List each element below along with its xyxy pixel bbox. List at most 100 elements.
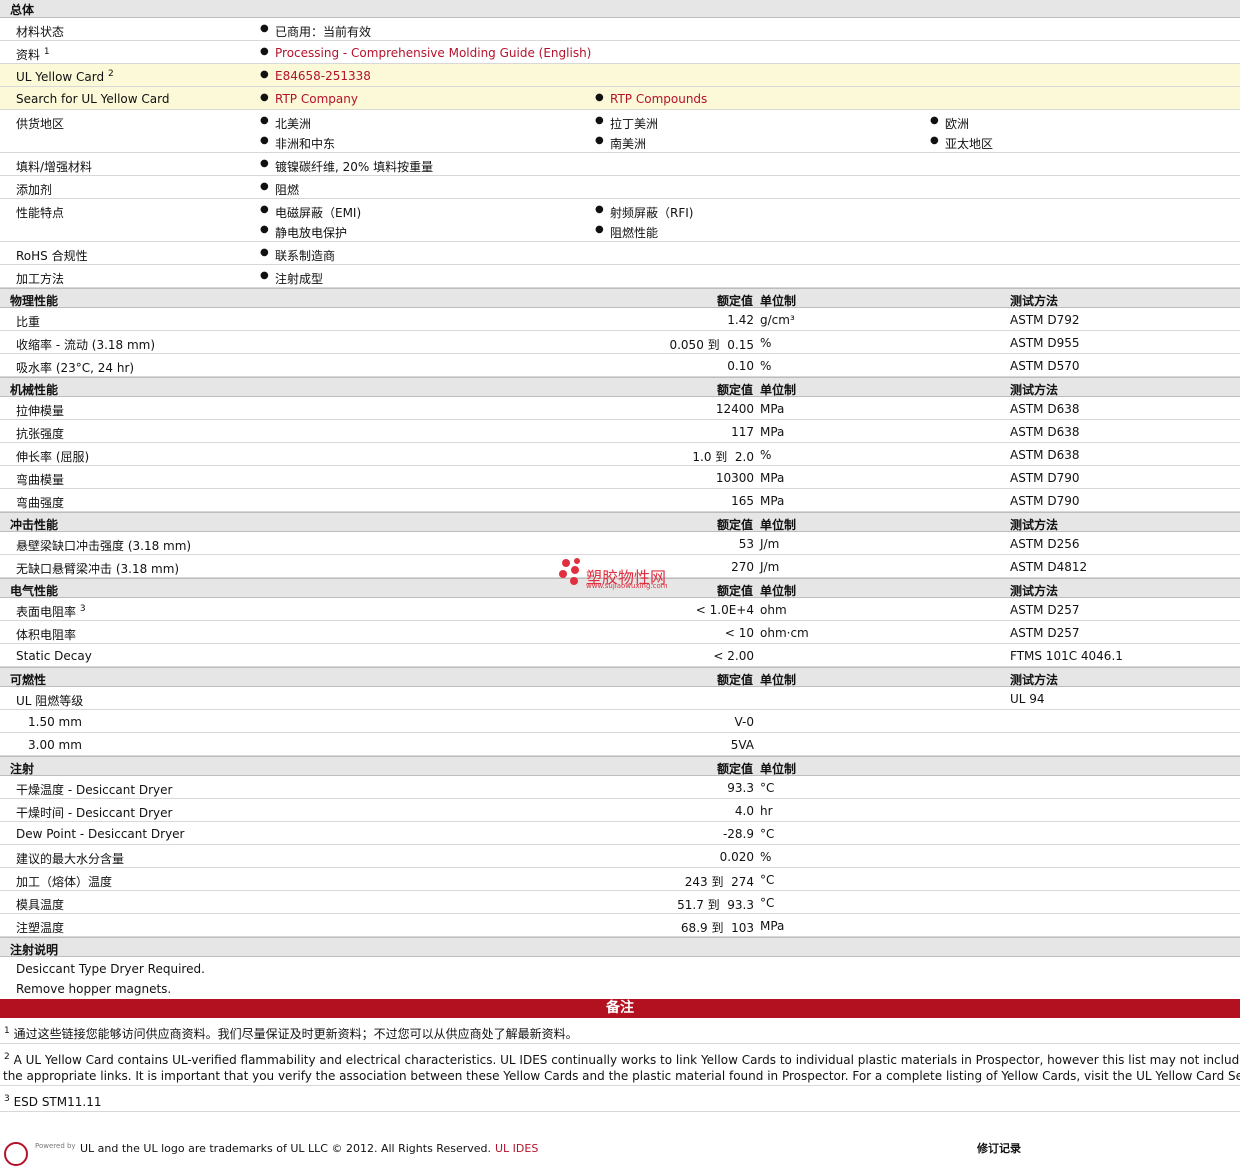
section-title: 总体 — [10, 3, 35, 17]
note-line: Remove hopper magnets. — [16, 982, 172, 996]
footnote-text: 通过这些链接您能够访问供应商资料。我们尽量保证及时更新资料；不过您可以从供应商处… — [13, 1027, 578, 1041]
row-value: < 2.00 — [713, 649, 754, 663]
row-value: -28.9 — [722, 827, 754, 841]
row-value: 0.020 — [719, 850, 754, 864]
row-unit: MPa — [760, 425, 785, 439]
section-header-flammability: 可燃性 额定值 单位制 测试方法 — [0, 667, 1240, 687]
row-value: 12400 — [715, 402, 754, 416]
table-row: UL 阻燃等级 UL 94 — [0, 687, 1240, 710]
rtp-company-link[interactable]: RTP Company — [260, 92, 358, 106]
table-row: 模具温度 51.7 到 93.3 °C — [0, 891, 1240, 914]
row-processing: 加工方法 注射成型 — [0, 265, 1240, 288]
footnote-number: 3 — [4, 1094, 10, 1104]
section-title: 可燃性 — [10, 673, 47, 687]
row-method: ASTM D638 — [1010, 448, 1080, 462]
row-unit: % — [760, 448, 772, 462]
row-value: 4.0 — [734, 804, 754, 818]
footnote-1: 1 通过这些链接您能够访问供应商资料。我们尽量保证及时更新资料；不过您可以从供应… — [0, 1018, 1240, 1044]
row-label: 资料 1 — [16, 47, 50, 62]
section-title: 冲击性能 — [10, 518, 59, 532]
row-method: ASTM D570 — [1010, 359, 1080, 373]
row-value: 注射成型 — [260, 270, 323, 287]
col-header-unit: 单位制 — [760, 673, 797, 687]
row-value: V-0 — [734, 715, 754, 729]
table-row: 建议的最大水分含量 0.020 % — [0, 845, 1240, 868]
section-header-injection-notes: 注射说明 — [0, 937, 1240, 957]
footnote-text: the appropriate links. It is important t… — [3, 1069, 1240, 1083]
watermark: 塑胶物性网 www.sujiaowuxing.com — [556, 556, 696, 594]
col-header-nominal: 额定值 — [716, 294, 753, 308]
row-unit: °C — [760, 873, 775, 887]
table-row: 拉伸模量 12400 MPa ASTM D638 — [0, 397, 1240, 420]
list-item: 南美洲 — [595, 135, 646, 152]
row-method: UL 94 — [1010, 692, 1045, 706]
row-label: 弯曲强度 — [16, 496, 65, 510]
row-unit: hr — [760, 804, 773, 818]
row-unit: °C — [760, 827, 775, 841]
list-item: 阻燃性能 — [595, 224, 658, 241]
row-label: 供货地区 — [16, 117, 65, 131]
row-unit: MPa — [760, 402, 785, 416]
row-label: 加工方法 — [16, 272, 65, 286]
injection-notes-text: Desiccant Type Dryer Required. Remove ho… — [0, 957, 1240, 999]
row-unit: J/m — [760, 537, 780, 551]
section-header-injection: 注射 额定值 单位制 — [0, 756, 1240, 776]
row-value: 270 — [731, 560, 754, 574]
row-label: 伸长率 (屈服) — [16, 450, 90, 464]
ul-logo-icon — [4, 1142, 28, 1166]
col-header-unit: 单位制 — [760, 383, 797, 397]
row-features: 性能特点 电磁屏蔽（EMI) 射频屏蔽（RFI) 静电放电保护 阻燃性能 — [0, 199, 1240, 242]
row-value: 165 — [731, 494, 754, 508]
table-row: Static Decay < 2.00 FTMS 101C 4046.1 — [0, 644, 1240, 667]
row-label: 体积电阻率 — [16, 628, 77, 642]
list-item: 非洲和中东 — [260, 135, 335, 152]
section-header-impact: 冲击性能 额定值 单位制 测试方法 — [0, 512, 1240, 532]
col-header-method: 测试方法 — [1010, 584, 1059, 598]
col-header-method: 测试方法 — [1010, 518, 1059, 532]
footnote-text: A UL Yellow Card contains UL-verified fl… — [13, 1053, 1240, 1067]
notes-header: 备注 — [0, 999, 1240, 1018]
row-label: 吸水率 (23°C, 24 hr) — [16, 361, 135, 375]
watermark-dot — [559, 570, 567, 578]
rtp-compounds-link[interactable]: RTP Compounds — [595, 92, 707, 106]
table-row: 1.50 mm V-0 — [0, 710, 1240, 733]
row-method: ASTM D792 — [1010, 313, 1080, 327]
col-header-unit: 单位制 — [760, 584, 797, 598]
row-label: 拉伸模量 — [16, 404, 65, 418]
row-label: 收缩率 - 流动 (3.18 mm) — [16, 338, 156, 352]
ul-ides-link[interactable]: UL IDES — [495, 1142, 538, 1155]
watermark-dot — [562, 559, 570, 567]
section-header-physical: 物理性能 额定值 单位制 测试方法 — [0, 288, 1240, 308]
row-method: ASTM D638 — [1010, 402, 1080, 416]
row-label: 1.50 mm — [28, 715, 82, 729]
row-method: ASTM D257 — [1010, 626, 1080, 640]
list-item: 亚太地区 — [930, 135, 993, 152]
row-value: 阻燃 — [260, 181, 299, 198]
row-method: ASTM D4812 — [1010, 560, 1088, 574]
yellow-card-link[interactable]: E84658-251338 — [260, 69, 371, 83]
section-header-general: 总体 — [0, 0, 1240, 18]
col-header-nominal: 额定值 — [716, 673, 753, 687]
row-method: ASTM D638 — [1010, 425, 1080, 439]
row-label: 干燥时间 - Desiccant Dryer — [16, 806, 173, 820]
row-label: 抗张强度 — [16, 427, 65, 441]
col-header-nominal: 额定值 — [716, 762, 753, 776]
table-row: 吸水率 (23°C, 24 hr) 0.10 % ASTM D570 — [0, 354, 1240, 377]
literature-link[interactable]: Processing - Comprehensive Molding Guide… — [260, 46, 591, 60]
row-unit: g/cm³ — [760, 313, 795, 327]
revision-history[interactable]: 修订记录 — [977, 1140, 1021, 1156]
col-header-method: 测试方法 — [1010, 383, 1059, 397]
row-label: 填料/增强材料 — [16, 160, 93, 174]
row-value: 5VA — [730, 738, 754, 752]
row-method: FTMS 101C 4046.1 — [1010, 649, 1123, 663]
row-label: 注塑温度 — [16, 921, 65, 935]
footnote-number: 2 — [4, 1052, 10, 1062]
footnote-number: 1 — [4, 1026, 10, 1036]
row-value: 1.0 到 2.0 — [692, 450, 754, 464]
row-label: Search for UL Yellow Card — [16, 92, 170, 106]
row-rohs: RoHS 合规性 联系制造商 — [0, 242, 1240, 265]
col-header-method: 测试方法 — [1010, 294, 1059, 308]
col-header-nominal: 额定值 — [716, 584, 753, 598]
col-header-unit: 单位制 — [760, 762, 797, 776]
row-unit: °C — [760, 781, 775, 795]
